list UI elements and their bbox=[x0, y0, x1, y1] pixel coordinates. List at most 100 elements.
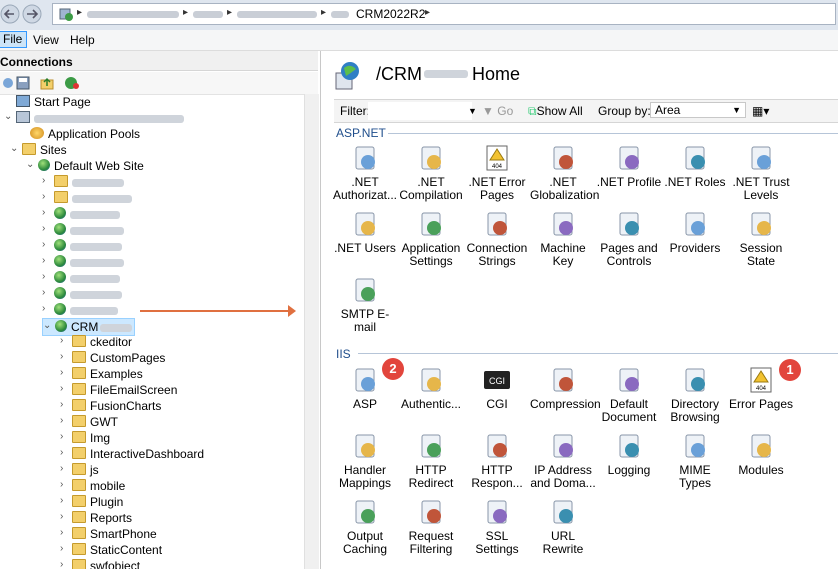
tree-node[interactable]: ⌄ bbox=[4, 110, 184, 126]
chevron-right-icon[interactable]: › bbox=[60, 431, 70, 442]
feature-cgi[interactable]: CGI CGI bbox=[464, 365, 530, 411]
menu-view[interactable]: View bbox=[30, 32, 62, 48]
tree-node-folder[interactable]: › GWT bbox=[60, 414, 118, 430]
chevron-right-icon[interactable]: › bbox=[42, 175, 52, 186]
chevron-right-icon[interactable]: › bbox=[60, 383, 70, 394]
feature-ip-address-and-doma[interactable]: IP Address and Doma... bbox=[530, 431, 596, 490]
chevron-right-icon[interactable]: › bbox=[42, 303, 52, 314]
chevron-right-icon[interactable]: › bbox=[60, 479, 70, 490]
feature-http-redirect[interactable]: HTTP Redirect bbox=[398, 431, 464, 490]
menu-file[interactable]: File bbox=[0, 31, 28, 48]
tree-node[interactable]: › bbox=[42, 254, 124, 270]
feature-ssl-settings[interactable]: SSL Settings bbox=[464, 497, 530, 556]
tree-node[interactable]: ⌄ Sites bbox=[10, 142, 67, 158]
connect-icon[interactable] bbox=[2, 76, 16, 90]
tree-node[interactable]: › bbox=[42, 190, 132, 206]
feature-providers[interactable]: Providers bbox=[662, 209, 728, 255]
tree-node-folder[interactable]: › FusionCharts bbox=[60, 398, 161, 414]
menu-help[interactable]: Help bbox=[67, 32, 98, 48]
feature-logging[interactable]: Logging bbox=[596, 431, 662, 477]
feature-net-compilation[interactable]: .NET Compilation bbox=[398, 143, 464, 202]
feature-net-profile[interactable]: .NET Profile bbox=[596, 143, 662, 189]
tree-node[interactable]: › bbox=[42, 302, 118, 318]
tree-node[interactable]: Application Pools bbox=[18, 126, 140, 142]
feature-net-globalization[interactable]: .NET Globalization bbox=[530, 143, 599, 202]
chevron-right-icon[interactable]: › bbox=[60, 367, 70, 378]
feature-net-error-pages[interactable]: 404 .NET Error Pages bbox=[464, 143, 530, 202]
feature-directory-browsing[interactable]: Directory Browsing bbox=[662, 365, 728, 424]
chevron-right-icon[interactable]: › bbox=[60, 559, 70, 569]
feature-error-pages[interactable]: 404 Error Pages bbox=[728, 365, 794, 411]
chevron-down-icon[interactable]: ⌄ bbox=[4, 111, 14, 122]
feature-compression[interactable]: Compression bbox=[530, 365, 601, 411]
chevron-right-icon[interactable]: › bbox=[60, 543, 70, 554]
chevron-right-icon[interactable]: › bbox=[60, 415, 70, 426]
show-all-button[interactable]: ⧉Show All bbox=[528, 104, 583, 119]
chevron-down-icon[interactable]: ⌄ bbox=[43, 320, 53, 331]
view-mode-icon[interactable]: ▦▾ bbox=[752, 104, 769, 118]
feature-net-authorizat[interactable]: .NET Authorizat... bbox=[332, 143, 398, 202]
chevron-right-icon[interactable]: › bbox=[60, 511, 70, 522]
chevron-right-icon[interactable]: › bbox=[60, 335, 70, 346]
breadcrumb[interactable]: ▸ ▸ ▸ ▸ CRM2022R2 ▸ bbox=[52, 3, 836, 25]
tree-node-folder[interactable]: › swfobject bbox=[60, 558, 140, 569]
tree-node-folder[interactable]: › Reports bbox=[60, 510, 132, 526]
feature-asp[interactable]: ASP bbox=[332, 365, 398, 411]
feature-handler-mappings[interactable]: Handler Mappings bbox=[332, 431, 398, 490]
tree-scrollbar[interactable] bbox=[304, 94, 319, 569]
tree-node[interactable]: › bbox=[42, 286, 122, 302]
tree-node-folder[interactable]: › SmartPhone bbox=[60, 526, 157, 542]
tree-node[interactable]: Start Page bbox=[4, 94, 91, 110]
feature-pages-and-controls[interactable]: Pages and Controls bbox=[596, 209, 662, 268]
tree-node-folder[interactable]: › js bbox=[60, 462, 99, 478]
feature-machine-key[interactable]: Machine Key bbox=[530, 209, 596, 268]
chevron-right-icon[interactable]: › bbox=[60, 527, 70, 538]
chevron-right-icon[interactable]: › bbox=[42, 271, 52, 282]
chevron-right-icon[interactable]: › bbox=[60, 463, 70, 474]
feature-application-settings[interactable]: Application Settings bbox=[398, 209, 464, 268]
feature-smtp-e-mail[interactable]: SMTP E-mail bbox=[332, 275, 398, 334]
tree-node-folder[interactable]: › FileEmailScreen bbox=[60, 382, 177, 398]
chevron-right-icon[interactable]: › bbox=[42, 255, 52, 266]
tree-node[interactable]: › bbox=[42, 238, 122, 254]
feature-url-rewrite[interactable]: URL Rewrite bbox=[530, 497, 596, 556]
chevron-right-icon[interactable]: › bbox=[42, 207, 52, 218]
chevron-right-icon[interactable]: › bbox=[42, 239, 52, 250]
feature-net-roles[interactable]: .NET Roles bbox=[662, 143, 728, 189]
chevron-right-icon[interactable]: › bbox=[60, 399, 70, 410]
tree-node[interactable]: ⌄ Default Web Site bbox=[26, 158, 144, 174]
feature-output-caching[interactable]: Output Caching bbox=[332, 497, 398, 556]
group-by-select[interactable]: Area ▼ bbox=[650, 102, 746, 118]
feature-modules[interactable]: Modules bbox=[728, 431, 794, 477]
tree-node-folder[interactable]: › mobile bbox=[60, 478, 125, 494]
feature-session-state[interactable]: Session State bbox=[728, 209, 794, 268]
chevron-right-icon[interactable]: › bbox=[42, 287, 52, 298]
tree-node-folder[interactable]: › ckeditor bbox=[60, 334, 132, 350]
back-forward-icon[interactable] bbox=[0, 3, 44, 25]
chevron-right-icon[interactable]: › bbox=[60, 447, 70, 458]
feature-authentic[interactable]: Authentic... bbox=[398, 365, 464, 411]
chevron-right-icon[interactable]: › bbox=[60, 495, 70, 506]
filter-dropdown-icon[interactable]: ▼ bbox=[468, 106, 477, 116]
tree-node-folder[interactable]: › InteractiveDashboard bbox=[60, 446, 204, 462]
connect-site-icon[interactable] bbox=[64, 76, 80, 90]
chevron-down-icon[interactable]: ⌄ bbox=[26, 159, 36, 170]
up-folder-icon[interactable] bbox=[40, 76, 54, 90]
filter-input[interactable] bbox=[368, 102, 472, 120]
tree-node-folder[interactable]: › CustomPages bbox=[60, 350, 165, 366]
feature-net-users[interactable]: .NET Users bbox=[332, 209, 398, 255]
feature-connection-strings[interactable]: Connection Strings bbox=[464, 209, 530, 268]
tree-node[interactable]: › bbox=[42, 206, 120, 222]
chevron-right-icon[interactable]: › bbox=[42, 223, 52, 234]
tree-node-folder[interactable]: › StaticContent bbox=[60, 542, 162, 558]
feature-request-filtering[interactable]: Request Filtering bbox=[398, 497, 464, 556]
tree-node-folder[interactable]: › Img bbox=[60, 430, 110, 446]
tree-node[interactable]: › bbox=[42, 270, 120, 286]
breadcrumb-current[interactable]: CRM2022R2 bbox=[356, 7, 425, 21]
save-icon[interactable] bbox=[16, 76, 30, 90]
tree-node[interactable]: › bbox=[42, 222, 124, 238]
chevron-right-icon[interactable]: › bbox=[60, 351, 70, 362]
go-button[interactable]: ▼ Go bbox=[482, 104, 513, 118]
chevron-right-icon[interactable]: ▸ bbox=[425, 7, 430, 18]
feature-net-trust-levels[interactable]: .NET Trust Levels bbox=[728, 143, 794, 202]
